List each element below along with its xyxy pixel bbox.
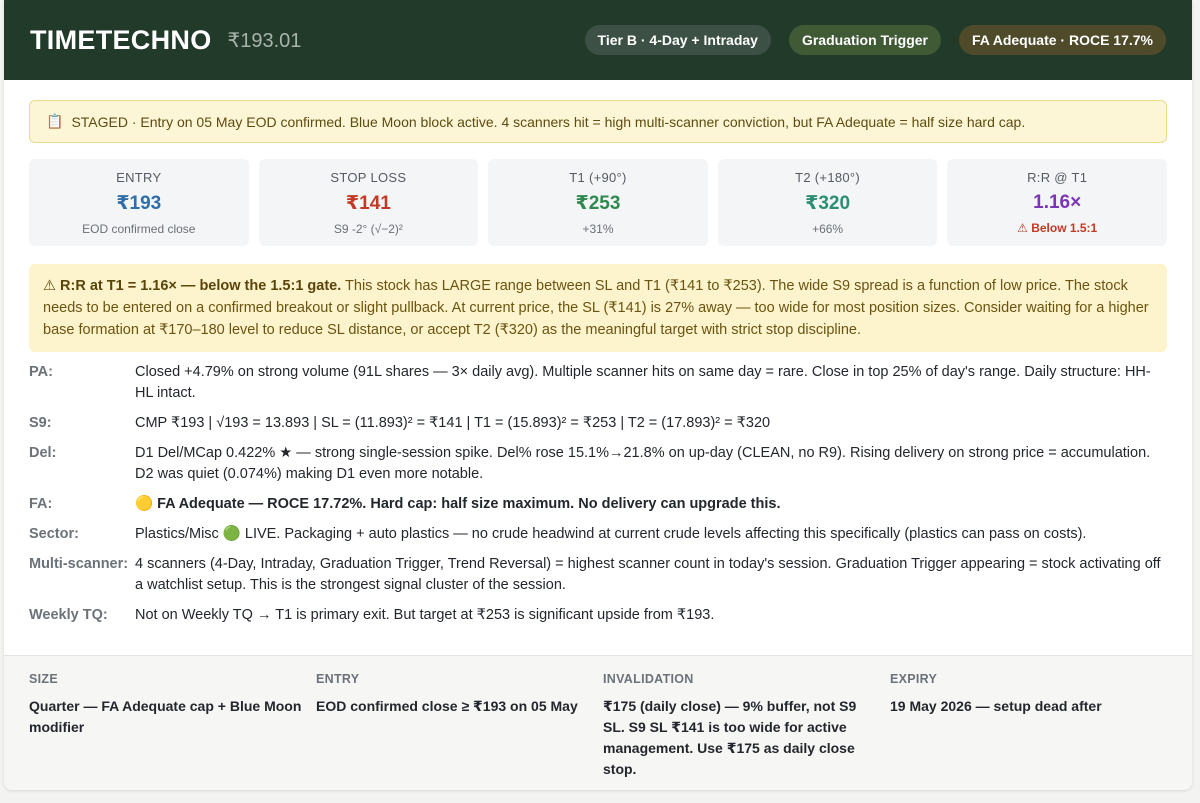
card-body: 📋 STAGED · Entry on 05 May EOD confirmed… xyxy=(4,80,1192,626)
footer-label: ENTRY xyxy=(316,672,360,686)
row-sector: Sector: Plastics/Misc 🟢 LIVE. Packaging … xyxy=(29,524,1167,545)
tag-group: Tier B · 4-Day + Intraday Graduation Tri… xyxy=(584,25,1166,55)
stat-label: T1 (+90°) xyxy=(569,169,627,185)
warning-headline: ⚠ R:R at T1 = 1.16× — below the 1.5:1 ga… xyxy=(43,278,342,294)
stat-stop-loss: STOP LOSS ₹141 S9 -2° (√−2)² xyxy=(258,159,479,246)
rr-warning-sub: ⚠ Below 1.5:1 xyxy=(1017,221,1098,235)
row-value: D1 Del/MCap 0.422% ★ — strong single-ses… xyxy=(135,445,1151,482)
footer-label: SIZE xyxy=(29,672,58,686)
row-value: Closed +4.79% on strong volume (91L shar… xyxy=(135,364,1151,401)
row-key: Sector: xyxy=(29,526,79,542)
stat-sub: +31% xyxy=(582,221,614,236)
row-fa: FA: 🟡 FA Adequate — ROCE 17.72%. Hard ca… xyxy=(29,494,1167,515)
trade-card: TIMETECHNO ₹193.01 Tier B · 4-Day + Intr… xyxy=(4,0,1192,790)
footer-value: ₹175 (daily close) — 9% buffer, not S9 S… xyxy=(603,698,857,777)
ticker-symbol: TIMETECHNO xyxy=(30,24,212,55)
stat-value: ₹141 xyxy=(345,192,391,214)
footer-value: EOD confirmed close ≥ ₹193 on 05 May xyxy=(316,698,578,714)
stat-t2: T2 (+180°) ₹320 +66% xyxy=(717,159,938,246)
footer-size: SIZE Quarter — FA Adequate cap + Blue Mo… xyxy=(29,672,316,790)
footer-value: 19 May 2026 — setup dead after xyxy=(890,698,1102,714)
row-s9: S9: CMP ₹193 | √193 = 13.893 | SL = (11.… xyxy=(29,413,1167,434)
stat-value: 1.16× xyxy=(1033,192,1082,213)
current-price: ₹193.01 xyxy=(227,29,302,52)
row-weekly-tq: Weekly TQ: Not on Weekly TQ → T1 is prim… xyxy=(29,605,1167,626)
stat-grid: ENTRY ₹193 EOD confirmed close STOP LOSS… xyxy=(29,159,1167,246)
row-key: Weekly TQ: xyxy=(29,607,108,623)
row-value: Not on Weekly TQ → T1 is primary exit. B… xyxy=(135,607,715,623)
stat-sub: EOD confirmed close xyxy=(82,221,196,236)
row-key: Del: xyxy=(29,445,57,461)
rr-warning-box: ⚠ R:R at T1 = 1.16× — below the 1.5:1 ga… xyxy=(29,264,1167,352)
stat-entry: ENTRY ₹193 EOD confirmed close xyxy=(29,159,249,246)
row-value: Plastics/Misc 🟢 LIVE. Packaging + auto p… xyxy=(135,526,1087,542)
clipboard-icon: 📋 xyxy=(46,113,64,129)
stat-label: R:R @ T1 xyxy=(1027,170,1088,185)
stat-risk-reward: R:R @ T1 1.16× ⚠ Below 1.5:1 xyxy=(947,159,1167,246)
card-header: TIMETECHNO ₹193.01 Tier B · 4-Day + Intr… xyxy=(4,0,1192,80)
footer-expiry: EXPIRY 19 May 2026 — setup dead after xyxy=(890,672,1167,790)
stat-t1: T1 (+90°) ₹253 +31% xyxy=(488,159,708,246)
stat-value: ₹320 xyxy=(805,192,851,214)
fa-tag: FA Adequate · ROCE 17.7% xyxy=(958,25,1166,55)
stat-label: T2 (+180°) xyxy=(795,169,861,185)
analysis-rows: PA: Closed +4.79% on strong volume (91L … xyxy=(29,362,1167,626)
row-key: FA: xyxy=(29,496,53,512)
footer-value: Quarter — FA Adequate cap + Blue Moon mo… xyxy=(29,698,302,735)
staged-banner: 📋 STAGED · Entry on 05 May EOD confirmed… xyxy=(29,100,1167,143)
row-pa: PA: Closed +4.79% on strong volume (91L … xyxy=(29,362,1167,404)
row-key: Multi-scanner: xyxy=(29,556,129,572)
stat-value: ₹253 xyxy=(575,192,621,214)
row-key: S9: xyxy=(29,415,52,431)
stat-value: ₹193 xyxy=(116,192,162,214)
row-key: PA: xyxy=(29,364,53,380)
staged-text: STAGED · Entry on 05 May EOD confirmed. … xyxy=(71,113,1026,130)
row-del: Del: D1 Del/MCap 0.422% ★ — strong singl… xyxy=(29,443,1167,485)
stat-label: STOP LOSS xyxy=(330,169,407,185)
footer-invalidation: INVALIDATION ₹175 (daily close) — 9% buf… xyxy=(603,672,890,790)
stat-label: ENTRY xyxy=(116,169,162,185)
row-value: 🟡 FA Adequate — ROCE 17.72%. Hard cap: h… xyxy=(135,496,781,512)
row-value: 4 scanners (4-Day, Intraday, Graduation … xyxy=(135,556,1161,593)
footer-label: INVALIDATION xyxy=(603,672,694,686)
footer-entry: ENTRY EOD confirmed close ≥ ₹193 on 05 M… xyxy=(316,672,603,790)
scanner-tag: Graduation Trigger xyxy=(788,25,941,55)
stat-sub: S9 -2° (√−2)² xyxy=(333,221,403,236)
footer-label: EXPIRY xyxy=(890,672,938,686)
row-multi-scanner: Multi-scanner: 4 scanners (4-Day, Intrad… xyxy=(29,554,1167,596)
card-footer: SIZE Quarter — FA Adequate cap + Blue Mo… xyxy=(4,655,1192,790)
stat-sub: +66% xyxy=(812,221,844,236)
row-value: CMP ₹193 | √193 = 13.893 | SL = (11.893)… xyxy=(135,415,771,431)
tier-tag: Tier B · 4-Day + Intraday xyxy=(584,25,771,55)
